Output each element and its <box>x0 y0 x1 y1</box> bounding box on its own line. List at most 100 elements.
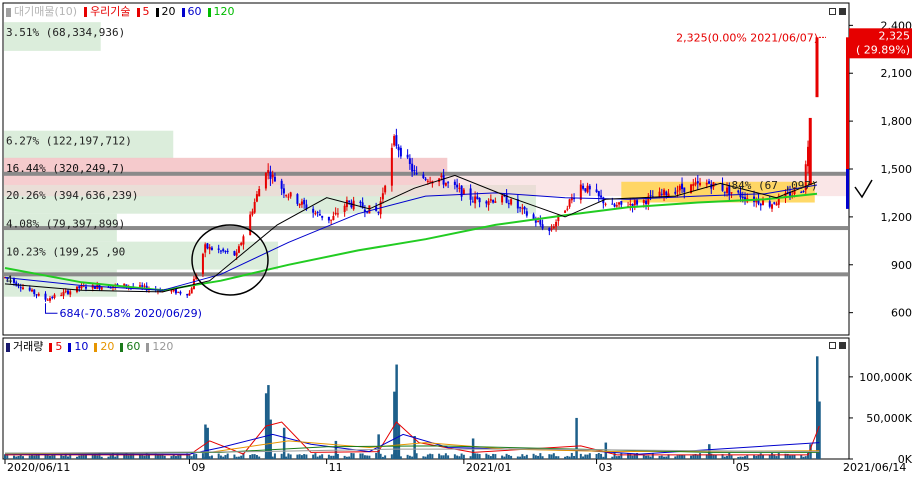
volume-bar <box>699 453 702 459</box>
volume-bar <box>510 455 513 459</box>
current-price-bar-lower <box>846 169 849 209</box>
volume-bar <box>172 454 175 459</box>
volume-bar <box>444 453 447 459</box>
candle-body <box>37 293 40 296</box>
candle-body <box>442 175 445 185</box>
ma120-label[interactable]: 120 <box>214 6 235 18</box>
vol-ma10-label[interactable]: 10 <box>74 341 88 353</box>
candle-body <box>377 211 380 213</box>
volume-bar <box>411 456 414 459</box>
vol-ma20-label[interactable]: 20 <box>100 341 114 353</box>
candle-body <box>532 214 535 219</box>
volume-bar <box>507 454 510 459</box>
volume-spike-bar <box>397 424 401 459</box>
stock-name-label[interactable]: 우리기술 <box>90 6 130 18</box>
supply-legend-label[interactable]: 대기매물(10) <box>14 6 77 18</box>
volume-panel-maximize-button[interactable] <box>839 342 846 349</box>
volume-bar <box>249 454 252 459</box>
volume-bar <box>476 453 479 459</box>
price-panel-restore-button[interactable] <box>829 8 836 15</box>
volume-bar <box>237 456 240 459</box>
ma5-label[interactable]: 5 <box>143 6 150 18</box>
volume-bar <box>107 456 110 459</box>
volume-bar <box>440 455 443 459</box>
chart-canvas[interactable]: 3.51% (68,334,936) 6.27% (122,197,712) 16.… <box>0 0 914 477</box>
stock-chart-window: 3.51% (68,334,936) 6.27% (122,197,712) 16.… <box>0 0 914 477</box>
volume-bar <box>503 456 506 459</box>
volume-bar <box>584 454 587 459</box>
volume-bar <box>447 455 450 459</box>
candle-body <box>597 191 600 197</box>
candle-body <box>282 188 285 194</box>
candle-body <box>84 286 87 289</box>
volume-bar <box>426 454 429 459</box>
vol-ma60-label[interactable]: 60 <box>126 341 140 353</box>
candle-body <box>44 293 47 300</box>
volume-spike-bar <box>267 385 270 459</box>
candle-body <box>807 146 810 167</box>
candle-body <box>390 147 393 186</box>
candle-body <box>406 154 409 158</box>
volume-panel-restore-button[interactable] <box>829 342 836 349</box>
volume-bar <box>521 454 524 459</box>
volume-bar <box>602 456 605 459</box>
volume-bar <box>100 456 103 459</box>
volume-bar <box>348 456 351 459</box>
volume-title[interactable]: 거래량 <box>13 341 43 353</box>
candle-body <box>411 163 414 172</box>
candle-body <box>138 285 141 287</box>
candle-body <box>206 243 209 249</box>
vol-ma120-label[interactable]: 120 <box>152 341 173 353</box>
volume-bar <box>665 456 668 459</box>
volume-bar <box>381 456 384 459</box>
volume-axis-label: 50,000K <box>866 412 912 425</box>
x-axis-end-label: 2021/06/14 <box>843 461 906 474</box>
volume-bar <box>208 456 211 459</box>
candle-body <box>300 201 303 205</box>
candle-body <box>224 250 227 252</box>
limit-up-candle <box>815 37 819 98</box>
candle-body <box>649 195 652 197</box>
volume-bar <box>696 455 699 459</box>
price-panel-maximize-button[interactable] <box>839 8 846 15</box>
candle-body <box>327 216 330 221</box>
current-price-value: 2,325 <box>879 29 911 42</box>
volume-bar <box>564 456 567 459</box>
volume-bar <box>296 454 299 459</box>
volume-bar <box>273 453 276 459</box>
volume-bar <box>352 453 355 459</box>
volume-bar <box>588 453 591 459</box>
volume-bar <box>789 455 792 459</box>
candle-body <box>429 181 432 183</box>
candle-body <box>800 191 803 193</box>
candle-body <box>676 190 679 192</box>
candle-body <box>775 203 778 206</box>
vol-ma5-label[interactable]: 5 <box>55 341 62 353</box>
volume-bar <box>678 454 681 459</box>
candle-body <box>204 244 207 253</box>
candle-body <box>611 203 614 205</box>
candle-body <box>393 136 396 146</box>
volume-bar <box>478 454 481 459</box>
candle-body <box>408 158 411 164</box>
ma60-label[interactable]: 60 <box>188 6 202 18</box>
supply-band-label: 3.51% (68,334,936) <box>6 26 125 39</box>
candle-body <box>615 205 618 207</box>
volume-bar <box>645 455 648 459</box>
candle-body <box>728 185 731 195</box>
volume-bar <box>66 456 69 459</box>
candle-body <box>588 185 591 190</box>
candle-body <box>564 210 567 213</box>
candle-body <box>510 199 513 205</box>
volume-bar <box>298 454 301 459</box>
volume-bar <box>730 455 733 459</box>
volume-bar <box>726 455 729 459</box>
volume-bar <box>485 453 488 459</box>
candle-body <box>258 189 261 197</box>
ma20-label[interactable]: 20 <box>162 6 176 18</box>
background-layer <box>0 0 914 477</box>
volume-bar <box>51 455 54 459</box>
candle-body <box>618 202 621 205</box>
volume-bar <box>802 456 805 459</box>
candle-body <box>397 146 400 151</box>
